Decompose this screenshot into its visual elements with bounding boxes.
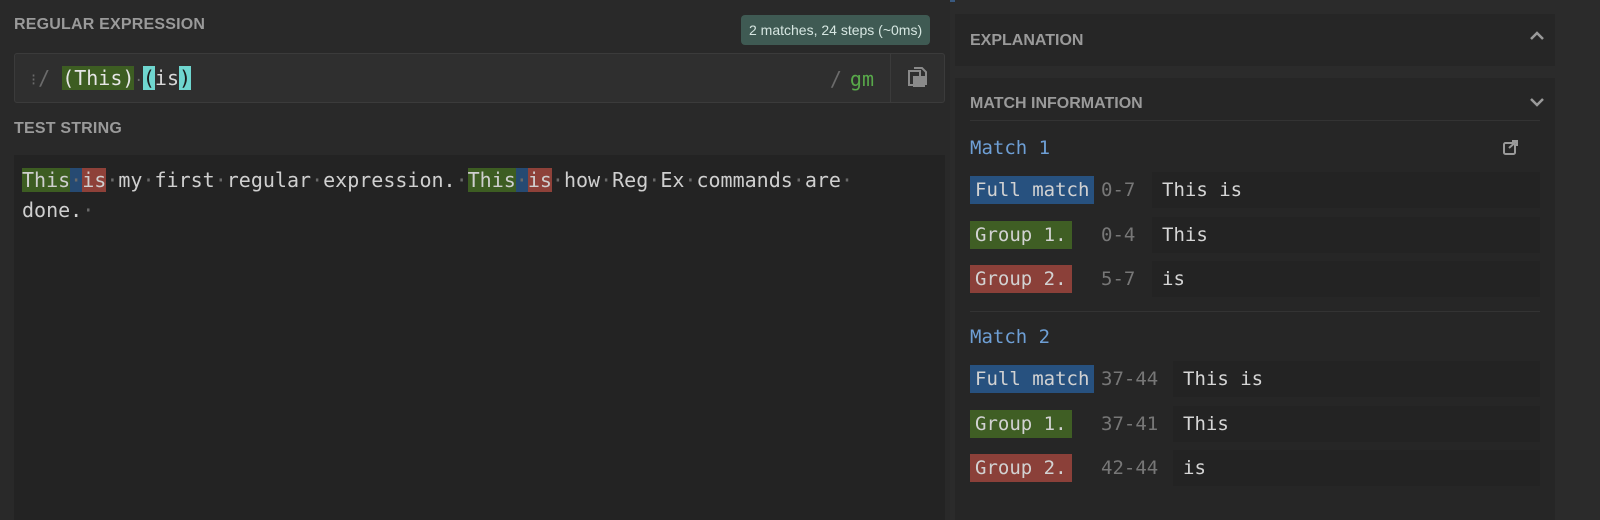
explanation-title: EXPLANATION bbox=[970, 32, 1084, 49]
test-word: are bbox=[804, 168, 841, 192]
test-string-text[interactable]: This·is·my·first·regular·expression.·Thi… bbox=[22, 165, 922, 225]
test-word: commands bbox=[696, 168, 793, 192]
match-information-title: MATCH INFORMATION bbox=[970, 95, 1143, 112]
match-value: is bbox=[1173, 450, 1540, 486]
group-2-label: Group 2. bbox=[970, 454, 1072, 482]
test-word: how bbox=[563, 168, 601, 192]
chevron-up-icon[interactable] bbox=[1529, 28, 1545, 49]
divider bbox=[970, 311, 1540, 312]
match-row: Full match 37-44 This is bbox=[970, 361, 1540, 397]
match-highlight-group2: is bbox=[82, 168, 107, 192]
match-range: 37-41 bbox=[1101, 413, 1159, 435]
chevron-down-icon[interactable] bbox=[1529, 94, 1545, 115]
test-word: done. bbox=[22, 198, 83, 222]
match-information-panel: MATCH INFORMATION Match 1 Full match 0-7… bbox=[955, 78, 1555, 520]
full-match-label: Full match bbox=[970, 365, 1095, 393]
match-status-badge: 2 matches, 24 steps (~0ms) bbox=[741, 15, 931, 45]
match-highlight-group2: is bbox=[527, 168, 552, 192]
match-value: This bbox=[1173, 406, 1540, 442]
test-string-input[interactable]: This·is·my·first·regular·expression.·Thi… bbox=[14, 155, 945, 520]
full-match-label: Full match bbox=[970, 176, 1095, 204]
match-row: Full match 0-7 This is bbox=[970, 172, 1540, 208]
group-1-label: Group 1. bbox=[970, 221, 1072, 249]
flags-label: gm bbox=[849, 67, 874, 91]
match-row: Group 2. 42-44 is bbox=[970, 450, 1540, 486]
copy-regex-button[interactable] bbox=[890, 54, 944, 102]
match-highlight-group1: This bbox=[22, 168, 71, 192]
regex-section-title: REGULAR EXPRESSION bbox=[14, 16, 206, 33]
regex-group-1: (This) bbox=[62, 66, 135, 90]
test-word: Ex bbox=[660, 168, 685, 192]
match-row: Group 1. 37-41 This bbox=[970, 406, 1540, 442]
editor-pane: REGULAR EXPRESSION 2 matches, 24 steps (… bbox=[0, 0, 950, 520]
info-pane: EXPLANATION MATCH INFORMATION Match 1 Fu… bbox=[955, 0, 1600, 520]
test-word: first bbox=[154, 168, 215, 192]
regex-close-delimiter: / bbox=[829, 67, 842, 91]
regex-group-2-body: is bbox=[154, 66, 180, 90]
match-highlight-group1: This bbox=[467, 168, 516, 192]
match-range: 0-7 bbox=[1101, 179, 1136, 201]
match-range: 5-7 bbox=[1101, 268, 1136, 290]
drag-handle-icon[interactable]: ⁝ bbox=[31, 70, 36, 89]
match-range: 42-44 bbox=[1101, 457, 1159, 479]
group-1-label: Group 1. bbox=[970, 410, 1072, 438]
match-range: 37-44 bbox=[1101, 368, 1159, 390]
group-2-label: Group 2. bbox=[970, 265, 1072, 293]
regex-open-delimiter: / bbox=[38, 66, 51, 90]
share-icon[interactable] bbox=[1502, 138, 1520, 161]
test-string-title: TEST STRING bbox=[14, 120, 122, 137]
match-value: This bbox=[1152, 217, 1540, 253]
regex-expression[interactable]: ⁝ / (This)·(is) bbox=[31, 66, 192, 90]
test-word: Reg bbox=[612, 168, 649, 192]
copy-icon bbox=[907, 67, 927, 87]
test-word: regular bbox=[226, 168, 312, 192]
divider bbox=[970, 120, 1540, 121]
match-row: Group 2. 5-7 is bbox=[970, 261, 1540, 297]
regex-input[interactable]: ⁝ / (This)·(is) / gm bbox=[14, 53, 945, 103]
match-value: This is bbox=[1152, 172, 1540, 208]
match-value: This is bbox=[1173, 361, 1540, 397]
test-word: my bbox=[118, 168, 143, 192]
match-range: 0-4 bbox=[1101, 224, 1136, 246]
match-2-title[interactable]: Match 2 bbox=[970, 326, 1050, 348]
regex-group-2-open: ( bbox=[142, 66, 155, 90]
regex-flags[interactable]: / gm bbox=[830, 67, 874, 91]
match-value: is bbox=[1152, 261, 1540, 297]
match-row: Group 1. 0-4 This bbox=[970, 217, 1540, 253]
explanation-panel[interactable]: EXPLANATION bbox=[955, 14, 1555, 66]
regex-group-2-close: ) bbox=[179, 66, 192, 90]
match-1-title[interactable]: Match 1 bbox=[970, 137, 1050, 159]
test-word: expression. bbox=[323, 168, 456, 192]
